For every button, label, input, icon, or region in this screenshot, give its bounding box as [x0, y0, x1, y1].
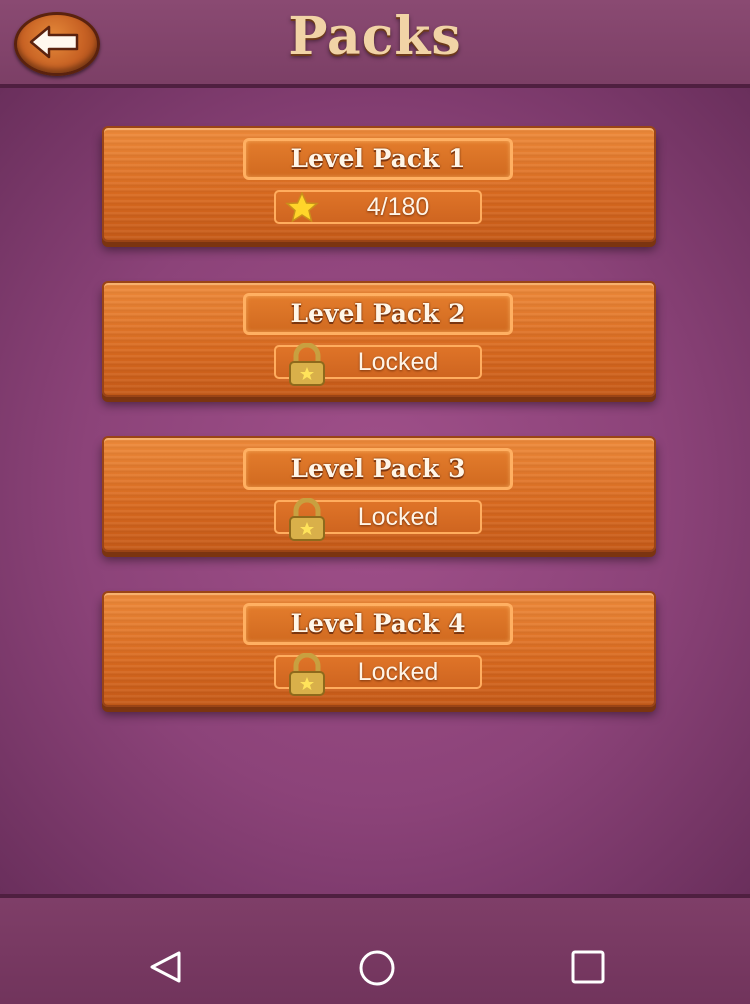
pack-status: Locked: [274, 343, 482, 386]
level-pack-1-card[interactable]: Level Pack 1 4/180: [102, 126, 656, 242]
page-title: Packs: [288, 6, 462, 67]
level-pack-3-card[interactable]: Level Pack 3 Locked: [102, 436, 656, 552]
pack-progress: 4/180: [274, 190, 482, 224]
pack-label: Level Pack 4: [243, 603, 513, 645]
system-nav-bar: [0, 894, 750, 1004]
lock-icon: [289, 498, 325, 541]
home-circle-icon[interactable]: [357, 950, 397, 986]
lock-icon: [289, 343, 325, 386]
pack-list: Level Pack 1 4/180 Level Pack 2 Locked L…: [0, 88, 750, 894]
recents-square-icon[interactable]: [570, 950, 606, 984]
pack-progress-text: 4/180: [366, 193, 430, 221]
pack-status-text: Locked: [357, 503, 439, 531]
back-triangle-icon[interactable]: [148, 950, 184, 984]
pack-status: Locked: [274, 498, 482, 541]
level-pack-4-card[interactable]: Level Pack 4 Locked: [102, 591, 656, 707]
top-bar: Packs: [0, 0, 750, 88]
pack-label: Level Pack 3: [243, 448, 513, 490]
pack-status: Locked: [274, 653, 482, 696]
level-pack-2-card[interactable]: Level Pack 2 Locked: [102, 281, 656, 397]
pack-status-text: Locked: [357, 658, 439, 686]
star-icon: [285, 192, 319, 222]
pack-label: Level Pack 2: [243, 293, 513, 335]
lock-icon: [289, 653, 325, 696]
pack-status-text: Locked: [357, 348, 439, 376]
pack-label: Level Pack 1: [243, 138, 513, 180]
